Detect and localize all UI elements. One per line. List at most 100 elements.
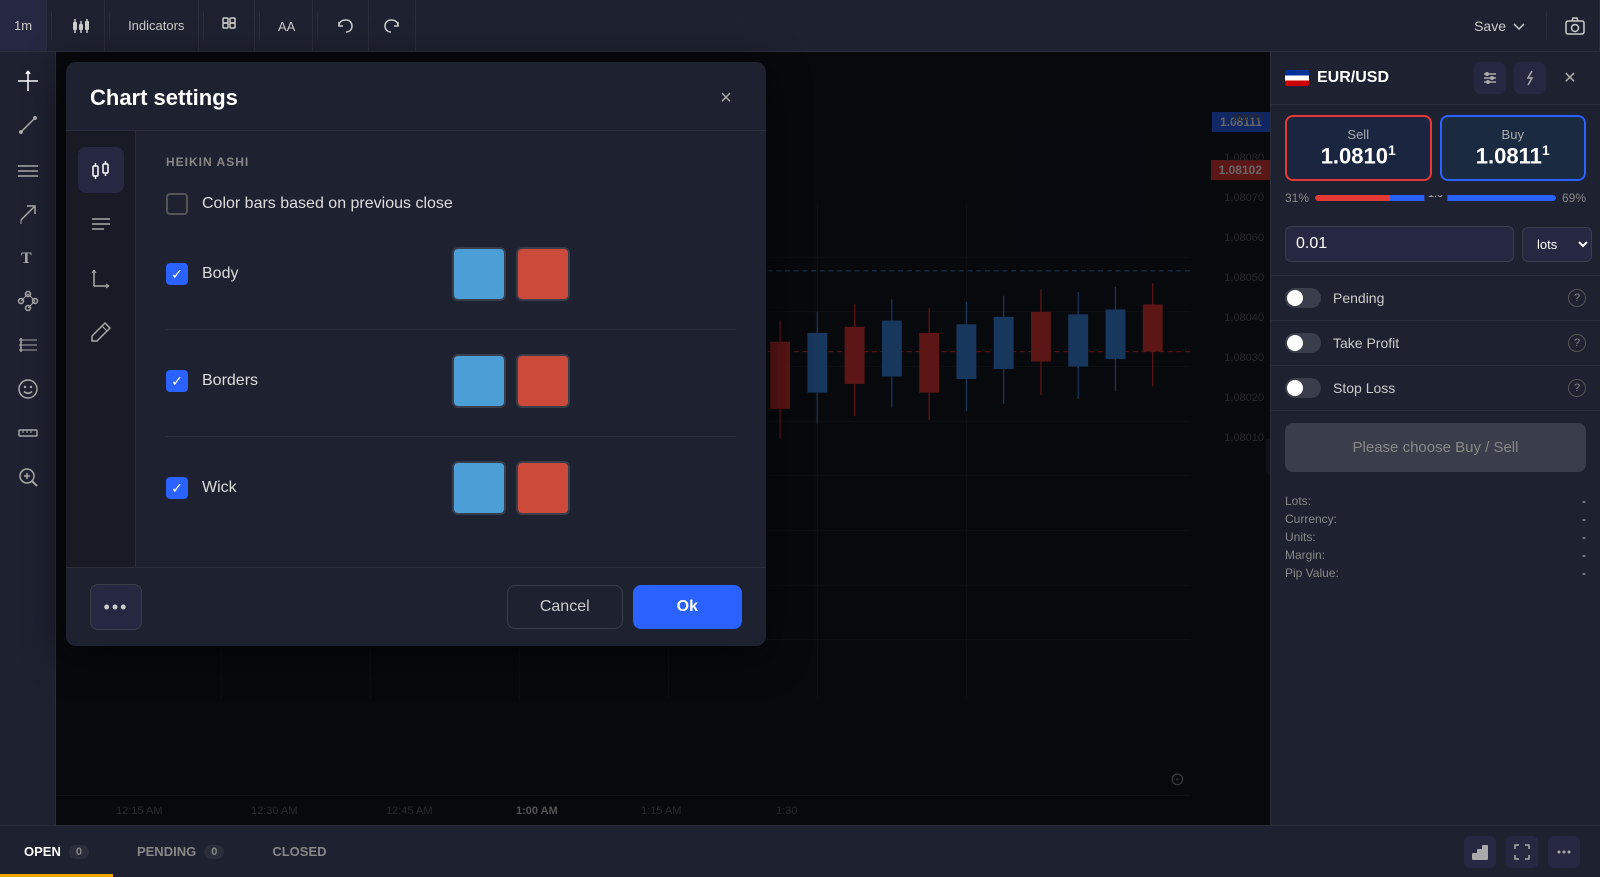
lots-unit-select[interactable]: lots units	[1522, 227, 1592, 262]
compare-btn[interactable]	[208, 0, 255, 51]
sell-button[interactable]: Sell 1.08101	[1285, 115, 1432, 181]
color-bars-label: Color bars based on previous close	[202, 195, 453, 213]
divider-2	[166, 436, 736, 437]
borders-checkbox[interactable]: ✓	[166, 370, 188, 392]
tab-open[interactable]: OPEN 0	[0, 826, 113, 877]
pip-detail-row: Pip Value: -	[1285, 566, 1586, 580]
buy-sell-row: Sell 1.08101 Buy 1.08111	[1271, 105, 1600, 191]
expand-icon-btn[interactable]	[1506, 836, 1538, 868]
modal-action-btns: Cancel Ok	[507, 585, 742, 629]
right-panel: EUR/USD ✕ Sell	[1270, 52, 1600, 825]
more-options-btn[interactable]	[1548, 836, 1580, 868]
divider-1	[166, 329, 736, 330]
wick-red-swatch[interactable]	[516, 461, 570, 515]
chart-type-btn[interactable]	[56, 0, 105, 51]
borders-blue-swatch[interactable]	[452, 354, 506, 408]
body-blue-swatch[interactable]	[452, 247, 506, 301]
color-bars-checkbox[interactable]	[166, 193, 188, 215]
spread-sell-bar	[1315, 195, 1390, 201]
bottom-tabbar: OPEN 0 PENDING 0 CLOSED	[0, 825, 1600, 877]
pending-toggle-row: Pending ?	[1271, 276, 1600, 321]
modal-text-tab[interactable]	[78, 201, 124, 247]
redo-icon	[383, 17, 401, 35]
camera-icon	[1565, 17, 1585, 35]
axis-icon	[89, 266, 113, 290]
modal-content: HEIKIN ASHI Color bars based on previous…	[136, 131, 766, 567]
text-tool[interactable]: T	[9, 238, 47, 276]
body-red-swatch[interactable]	[516, 247, 570, 301]
tab-closed[interactable]: CLOSED	[248, 826, 350, 877]
stop-loss-info-icon[interactable]: ?	[1568, 379, 1586, 397]
take-profit-info-icon[interactable]: ?	[1568, 334, 1586, 352]
take-profit-toggle[interactable]	[1285, 333, 1321, 353]
node-icon	[17, 290, 39, 312]
modal-more-btn[interactable]: •••	[90, 584, 142, 630]
emoji-tool[interactable]	[9, 370, 47, 408]
modal-header: Chart settings ×	[66, 62, 766, 131]
body-swatches	[452, 247, 570, 301]
horizontal-line-tool[interactable]	[9, 150, 47, 188]
pending-toggle[interactable]	[1285, 288, 1321, 308]
pair-header: EUR/USD ✕	[1271, 52, 1600, 105]
modal-cancel-btn[interactable]: Cancel	[507, 585, 623, 629]
indicators-btn[interactable]: Indicators	[114, 0, 199, 51]
body-checkbox[interactable]: ✓	[166, 263, 188, 285]
aa-btn[interactable]: AA	[264, 0, 313, 51]
sell-price: 1.08101	[1295, 142, 1422, 169]
spread-bar: 1.0	[1315, 195, 1556, 201]
choose-buy-sell-btn[interactable]: Please choose Buy / Sell	[1285, 423, 1586, 472]
trade-icon	[1471, 843, 1489, 861]
bottom-icons	[1464, 836, 1600, 868]
pair-name: EUR/USD	[1317, 69, 1389, 87]
zoom-icon	[17, 466, 39, 488]
modal-axis-tab[interactable]	[78, 255, 124, 301]
modal-overlay: Chart settings ×	[56, 52, 1270, 825]
wick-blue-swatch[interactable]	[452, 461, 506, 515]
pending-info-icon[interactable]: ?	[1568, 289, 1586, 307]
modal-candles-tab[interactable]	[78, 147, 124, 193]
left-sidebar: T	[0, 52, 56, 825]
screenshot-btn[interactable]	[1551, 0, 1600, 51]
expand-icon	[1513, 843, 1531, 861]
borders-red-swatch[interactable]	[516, 354, 570, 408]
settings-icon-btn[interactable]	[1474, 62, 1506, 94]
arrow-tool[interactable]	[9, 194, 47, 232]
tab-pending[interactable]: PENDING 0	[113, 826, 248, 877]
pip-value: -	[1582, 566, 1586, 580]
close-panel-btn[interactable]: ✕	[1554, 62, 1586, 94]
redo-btn[interactable]	[369, 0, 416, 51]
lots-row: lots units + −	[1271, 213, 1600, 276]
tab-closed-label: CLOSED	[272, 844, 326, 859]
text-align-icon	[89, 212, 113, 236]
buy-button[interactable]: Buy 1.08111	[1440, 115, 1587, 181]
modal-sidebar	[66, 131, 136, 567]
save-btn[interactable]: Save	[1458, 0, 1542, 51]
modal-ok-btn[interactable]: Ok	[633, 585, 742, 629]
body-setting-row: ✓ Body	[166, 247, 736, 301]
modal-footer: ••• Cancel Ok	[66, 567, 766, 646]
tab-open-badge: 0	[69, 845, 89, 859]
modal-close-btn[interactable]: ×	[710, 82, 742, 114]
node-tool[interactable]	[9, 282, 47, 320]
flash-icon-btn[interactable]	[1514, 62, 1546, 94]
trade-icon-btn[interactable]	[1464, 836, 1496, 868]
crosshair-tool[interactable]	[9, 62, 47, 100]
timeframe-selector[interactable]: 1m	[0, 0, 47, 51]
wick-checkbox[interactable]: ✓	[166, 477, 188, 499]
top-toolbar: 1m Indicators AA	[0, 0, 1600, 52]
timeframe-label: 1m	[14, 18, 32, 33]
undo-btn[interactable]	[322, 0, 369, 51]
toolbar-separator-5	[317, 12, 318, 40]
line-tool[interactable]	[9, 106, 47, 144]
compare-icon	[222, 17, 240, 35]
lots-input[interactable]	[1285, 226, 1514, 262]
lots-detail-row: Lots: -	[1285, 494, 1586, 508]
margin-value: -	[1582, 548, 1586, 562]
zoom-tool[interactable]	[9, 458, 47, 496]
candlestick-icon	[70, 16, 90, 36]
ruler-tool[interactable]	[9, 414, 47, 452]
modal-pencil-tab[interactable]	[78, 309, 124, 355]
emoji-icon	[17, 378, 39, 400]
stop-loss-toggle[interactable]	[1285, 378, 1321, 398]
fib-tool[interactable]	[9, 326, 47, 364]
